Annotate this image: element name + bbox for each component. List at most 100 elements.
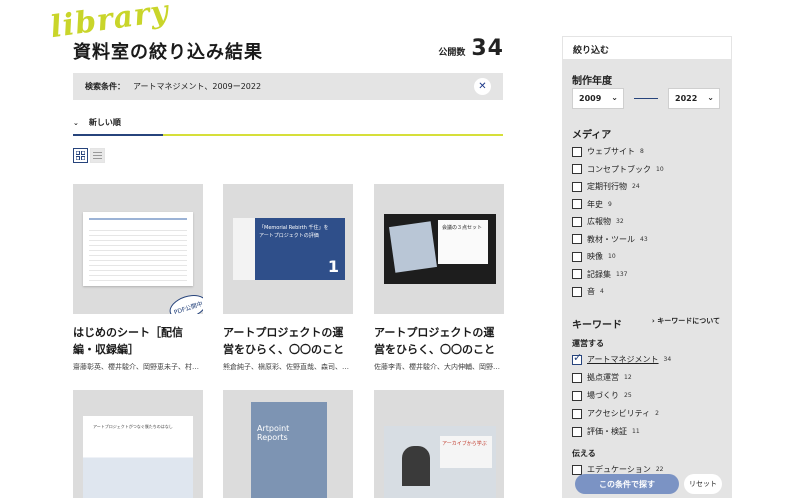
card-thumbnail[interactable]: 会議の３点セット (374, 184, 504, 314)
filter-heading: 絞り込む (562, 36, 732, 60)
card-authors: 熊倉純子、槇原彩、佐野直哉、森司、吉田武… (223, 363, 353, 371)
filter-checkbox-row[interactable]: 拠点運営 12 (572, 372, 632, 383)
filter-checkbox-row[interactable]: 年史 9 (572, 199, 612, 210)
checkbox[interactable] (572, 251, 582, 262)
checkbox[interactable] (572, 408, 582, 419)
range-dash (634, 98, 658, 99)
keyword-about-link[interactable]: › キーワードについて (652, 316, 720, 326)
checkbox[interactable] (572, 181, 582, 192)
checkbox-label: 拠点運営 (587, 373, 619, 382)
filter-checkbox-row[interactable]: 場づくり 25 (572, 390, 632, 401)
keyword-group-label: 伝える (572, 449, 596, 458)
filter-checkbox-row[interactable]: 教材・ツール 43 (572, 234, 648, 245)
checkbox-count: 10 (656, 165, 664, 173)
condition-value: アートマネジメント、2009ー2022 (133, 82, 262, 91)
filter-checkbox-row[interactable]: 広報物 32 (572, 216, 624, 227)
card-title[interactable]: はじめのシート［配信編・収録編］ (73, 324, 203, 358)
checkbox[interactable] (572, 164, 582, 174)
keyword-label: キーワード (572, 320, 622, 331)
filter-checkbox-row[interactable]: 定期刊行物 24 (572, 181, 640, 192)
card-title[interactable]: アートプロジェクトの運営をひらく、〇〇のことば。［評価の… (374, 324, 504, 358)
card-thumbnail[interactable]: PDF公開中 (73, 184, 203, 314)
filter-checkbox-row[interactable]: 評価・検証 11 (572, 426, 640, 437)
checkbox-count: 4 (600, 288, 604, 295)
checkbox[interactable] (572, 199, 582, 209)
close-icon[interactable]: ✕ (474, 78, 491, 95)
checkbox-count: 9 (608, 200, 612, 208)
reset-button[interactable]: リセット (684, 474, 722, 494)
chevron-down-icon: ⌄ (611, 93, 618, 102)
chevron-down-icon: ⌄ (73, 118, 79, 127)
filter-checkbox-row[interactable]: 記録集 137 (572, 269, 627, 280)
filter-checkbox-row[interactable]: アートマネジメント 34 (572, 351, 672, 365)
checkbox[interactable] (572, 372, 582, 383)
checkbox[interactable] (572, 426, 582, 437)
checkbox[interactable] (572, 464, 582, 475)
checkbox[interactable] (572, 390, 582, 401)
result-card[interactable]: 「Memorial Rebirth 千住」を アートプロジェクトの評価 1 アー… (223, 184, 353, 372)
count-number: 34 (471, 36, 504, 61)
checkbox-count: 24 (632, 183, 640, 190)
checkbox-count: 43 (640, 235, 648, 243)
checkbox-label: 記録集 (587, 269, 611, 279)
filter-checkbox-row[interactable]: 映像 10 (572, 251, 616, 262)
video-still: アーカイブから学ぶ (384, 426, 496, 498)
pdf-available-badge: PDF公開中 (166, 290, 203, 314)
checkbox[interactable] (572, 216, 582, 227)
result-card[interactable]: 会議の３点セット アートプロジェクトの運営をひらく、〇〇のことば。［評価の… 佐… (374, 184, 504, 372)
year-label: 制作年度 (572, 76, 612, 87)
checkbox-count: 11 (632, 428, 640, 435)
checkbox-count: 8 (640, 148, 644, 155)
search-condition-bar: 検索条件： アートマネジメント、2009ー2022 ✕ (73, 73, 503, 100)
card-title[interactable]: アートプロジェクトの運営をひらく、〇〇のことば。［評価の… (223, 324, 353, 358)
count-label: 公開数 (438, 48, 466, 58)
year-from-select[interactable]: 2009 ⌄ (572, 88, 624, 109)
page-title: 資料室の絞り込み結果 (73, 42, 263, 63)
toolkit-cover: 会議の３点セット (384, 214, 496, 284)
card-thumbnail[interactable]: 「Memorial Rebirth 千住」を アートプロジェクトの評価 1 (223, 184, 353, 314)
filter-sidebar: 絞り込む 制作年度 2009 ⌄ 2022 ⌄ メディア キーワード › キーワード… (562, 36, 732, 498)
checkbox-count: 22 (655, 466, 664, 473)
cover-text: アーカイブから学ぶ (442, 441, 487, 447)
cover-text: Artpoint Reports (257, 424, 290, 442)
card-thumbnail[interactable]: アートプロジェクトがつなぐ僕たちのはなし (73, 390, 203, 498)
result-card[interactable]: アーカイブから学ぶ (374, 390, 504, 498)
cover-text: 会議の３点セット (442, 225, 483, 231)
checkbox-label: アクセシビリティ (587, 409, 651, 418)
search-with-conditions-button[interactable]: この条件で探す (575, 474, 679, 494)
checkbox-label: 教材・ツール (587, 234, 635, 244)
cover-text: 「Memorial Rebirth 千住」を アートプロジェクトの評価 (259, 225, 329, 239)
card-thumbnail[interactable]: アーカイブから学ぶ (374, 390, 504, 498)
checkbox-count: 12 (624, 374, 632, 381)
filter-checkbox-row[interactable]: コンセプトブック 10 (572, 164, 664, 175)
filter-checkbox-row[interactable]: アクセシビリティ 2 (572, 408, 659, 419)
media-label: メディア (572, 130, 612, 141)
checkbox-count: 34 (663, 356, 672, 363)
filter-checkbox-row[interactable]: ウェブサイト 8 (572, 146, 644, 157)
checkbox-count: 137 (616, 270, 628, 278)
grid-view-icon[interactable] (73, 148, 88, 163)
card-thumbnail[interactable]: Artpoint Reports (223, 390, 353, 498)
checkbox-label: ウェブサイト (587, 147, 635, 156)
checkbox[interactable] (572, 351, 582, 365)
checkbox[interactable] (572, 234, 582, 244)
result-card[interactable]: Artpoint Reports (223, 390, 353, 498)
filter-checkbox-row[interactable]: 音4 (572, 286, 604, 297)
sort-dropdown[interactable]: ⌄ 新しい順 (73, 117, 121, 128)
checkbox[interactable] (572, 146, 582, 157)
chevron-down-icon: ⌄ (707, 93, 714, 102)
checkbox-count: 32 (616, 218, 624, 225)
list-view-icon[interactable] (90, 148, 105, 163)
checkbox[interactable] (572, 286, 582, 297)
result-card[interactable]: PDF公開中 はじめのシート［配信編・収録編］ 齋藤彰英、櫻井駿介、岡野恵未子、… (73, 184, 203, 372)
result-card[interactable]: アートプロジェクトがつなぐ僕たちのはなし (73, 390, 203, 498)
card-authors: 佐藤李青、櫻井駿介、大内伸輔、岡野恵未子… (374, 363, 504, 371)
checkbox-label: 場づくり (587, 391, 619, 400)
cover-number: 1 (327, 257, 339, 276)
cover-text: アートプロジェクトがつなぐ僕たちのはなし (93, 424, 173, 429)
checkbox[interactable] (572, 269, 582, 279)
book-cover: アートプロジェクトがつなぐ僕たちのはなし (83, 416, 193, 498)
year-to-select[interactable]: 2022 ⌄ (668, 88, 720, 109)
checkbox-label: 音 (587, 287, 595, 296)
card-authors: 齋藤彰英、櫻井駿介、岡野恵未子、村田萌菜 (73, 363, 203, 371)
